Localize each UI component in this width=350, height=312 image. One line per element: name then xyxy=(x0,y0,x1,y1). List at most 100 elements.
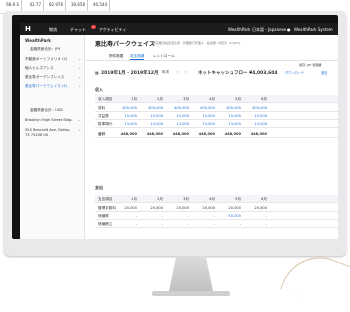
table-row[interactable]: 共益費 15,000 15,000 15,000 15,000 15,000 1… xyxy=(95,112,338,120)
table-cell[interactable]: 15,000 xyxy=(141,114,163,118)
calendar-icon: ▦ xyxy=(95,70,99,75)
table-cell[interactable]: 20,000 xyxy=(141,206,163,210)
table-cell[interactable]: 400,000 xyxy=(141,106,163,110)
month-header: 1月 xyxy=(131,197,137,201)
table-row[interactable]: 修繕積立 - - - - - - xyxy=(95,220,338,228)
table-cell[interactable]: 400,000 xyxy=(193,106,215,110)
row-label: 駐車場代 xyxy=(98,122,113,126)
row-label: 管理手数料 xyxy=(98,206,116,210)
sidebar-item-garden-place[interactable]: 恵比寿ガーデンプレイス xyxy=(25,75,64,80)
table-cell: 448,000 xyxy=(198,132,215,136)
chevron-down-icon[interactable]: ⌄ xyxy=(78,84,81,88)
month-header: 5月 xyxy=(235,197,241,201)
table-cell[interactable]: 400,000 xyxy=(245,106,267,110)
column-header: 収入項目 xyxy=(98,97,113,101)
table-cell[interactable]: - xyxy=(115,214,137,218)
next-arrow-icon[interactable]: › xyxy=(185,70,186,74)
table-cell: 448,000 xyxy=(224,132,241,136)
table-cell[interactable]: 13,000 xyxy=(115,122,137,126)
nav-item-activity[interactable]: アクティビティ xyxy=(99,27,126,33)
language-selector[interactable]: 日本語 - Japanese xyxy=(252,27,286,33)
table-row[interactable]: 駐車場代 13,000 13,000 13,000 13,000 13,000 … xyxy=(95,120,338,128)
table-cell[interactable]: - xyxy=(141,222,163,226)
tab-rent-roll[interactable]: レントロール xyxy=(153,54,175,59)
sidebar-item-portfolio[interactable]: 不動産ポートフォリオ (2) xyxy=(25,57,67,62)
user-avatar-icon[interactable]: ● xyxy=(287,27,291,32)
table-cell[interactable]: 15,000 xyxy=(219,114,241,118)
table-cell[interactable]: 20,000 xyxy=(167,206,189,210)
main-content: 恵比寿パークウェイス 東京都渋谷区恵比寿 · 管理部门代理人 · 投資額 / 利… xyxy=(85,35,338,239)
table-cell[interactable]: 400,000 xyxy=(115,106,137,110)
table-cell[interactable]: 50,000 xyxy=(219,214,241,218)
sidebar-item-hills[interactable]: 個人ヒルズアンス xyxy=(25,66,54,71)
sidebar-item-usd-total[interactable]: 金融資産合計：USD xyxy=(30,108,63,113)
net-cashflow-label: ネットキャッシュフロー ¥4,003,604 xyxy=(198,71,278,76)
table-cell[interactable]: - xyxy=(141,214,163,218)
table-cell[interactable]: 20,000 xyxy=(193,206,215,210)
download-button[interactable]: ダウンロード xyxy=(285,70,304,75)
add-button[interactable]: 追加 xyxy=(321,70,327,75)
sidebar-item-dallas[interactable]: 555 Bancroft Ave, Dallas, TX 75206 US xyxy=(25,128,71,137)
month-header: 2月 xyxy=(157,197,163,201)
table-cell[interactable]: 400,000 xyxy=(167,106,189,110)
chevron-down-icon[interactable]: ⌄ xyxy=(78,75,81,79)
app-screen: H 物流 チャット 2 アクティビティ WealthPark 日本語 - Jap… xyxy=(20,23,338,239)
month-header: 4月 xyxy=(209,97,215,101)
table-cell[interactable]: 20,000 xyxy=(245,206,267,210)
sidebar-item-jpy-total[interactable]: 金融資産合計：JPY xyxy=(30,47,61,52)
user-menu[interactable]: WealthPark System xyxy=(294,27,333,32)
table-cell: 448,000 xyxy=(172,132,189,136)
tab-income-expense[interactable]: 収支実績 xyxy=(130,54,145,60)
month-header: 4月 xyxy=(209,197,215,201)
month-header: 3月 xyxy=(183,97,189,101)
table-row[interactable]: 修繕費 - - - - 50,000 - xyxy=(95,212,338,220)
nav-item-chat[interactable]: チャット xyxy=(70,27,86,33)
table-cell[interactable]: 13,000 xyxy=(141,122,163,126)
table-row[interactable]: 管理手数料 20,000 20,000 20,000 20,000 20,000… xyxy=(95,204,338,212)
month-header: 3月 xyxy=(183,197,189,201)
table-cell[interactable]: - xyxy=(245,214,267,218)
table-cell[interactable]: 400,000 xyxy=(219,106,241,110)
table-total-row: 合計 448,000 448,000 448,000 448,000 448,0… xyxy=(95,130,338,138)
table-cell[interactable]: 20,000 xyxy=(115,206,137,210)
nav-item-logistics[interactable]: 物流 xyxy=(49,27,57,33)
wealthpark-link[interactable]: WealthPark xyxy=(228,27,251,32)
top-navigation-bar: H 物流 チャット 2 アクティビティ WealthPark 日本語 - Jap… xyxy=(20,23,338,35)
chevron-down-icon[interactable]: ⌄ xyxy=(78,128,81,132)
row-label: 修繕積立 xyxy=(98,222,113,226)
chevron-down-icon[interactable]: ⌄ xyxy=(78,118,81,122)
table-cell[interactable]: - xyxy=(167,222,189,226)
sidebar-item-parkways[interactable]: 恵比寿パークウェイス (4) xyxy=(25,84,67,89)
tab-overview[interactable]: 物件概要 xyxy=(109,54,123,59)
table-cell[interactable]: 15,000 xyxy=(245,114,267,118)
period-selector[interactable]: 2019年1月 - 2019年12月 xyxy=(101,70,158,76)
year-button[interactable]: 年次 xyxy=(162,70,169,75)
table-cell[interactable]: - xyxy=(193,214,215,218)
month-header: 1月 xyxy=(131,97,137,101)
table-cell[interactable]: 13,000 xyxy=(193,122,215,126)
table-cell[interactable]: 13,000 xyxy=(219,122,241,126)
table-cell[interactable]: 20,000 xyxy=(219,206,241,210)
table-cell[interactable]: 13,000 xyxy=(245,122,267,126)
table-cell[interactable]: 15,000 xyxy=(193,114,215,118)
table-cell[interactable]: 15,000 xyxy=(115,114,137,118)
row-label: 共益費 xyxy=(98,114,109,118)
column-header: 支出項目 xyxy=(98,197,113,201)
row-label: 賃料 xyxy=(98,106,106,110)
app-logo[interactable]: H xyxy=(25,25,31,33)
table-cell[interactable]: - xyxy=(115,222,137,226)
chevron-down-icon[interactable]: ⌄ xyxy=(78,57,81,61)
table-cell[interactable]: - xyxy=(193,222,215,226)
sidebar-item-brooklyn[interactable]: Brooklyn High Street Bldg. xyxy=(25,118,73,122)
table-cell[interactable]: 15,000 xyxy=(167,114,189,118)
table-cell[interactable]: - xyxy=(219,222,241,226)
table-cell[interactable]: - xyxy=(245,222,267,226)
table-row[interactable]: 賃料 400,000 400,000 400,000 400,000 400,0… xyxy=(95,104,338,112)
prev-arrow-icon[interactable]: ‹ xyxy=(177,70,178,74)
table-cell[interactable]: 13,000 xyxy=(167,122,189,126)
table-cell: 448,000 xyxy=(146,132,163,136)
month-header: 5月 xyxy=(235,97,241,101)
table-cell[interactable]: - xyxy=(167,214,189,218)
currency-label: 通貨: JPY 管理費 xyxy=(299,63,322,67)
chevron-down-icon[interactable]: ⌄ xyxy=(78,66,81,70)
